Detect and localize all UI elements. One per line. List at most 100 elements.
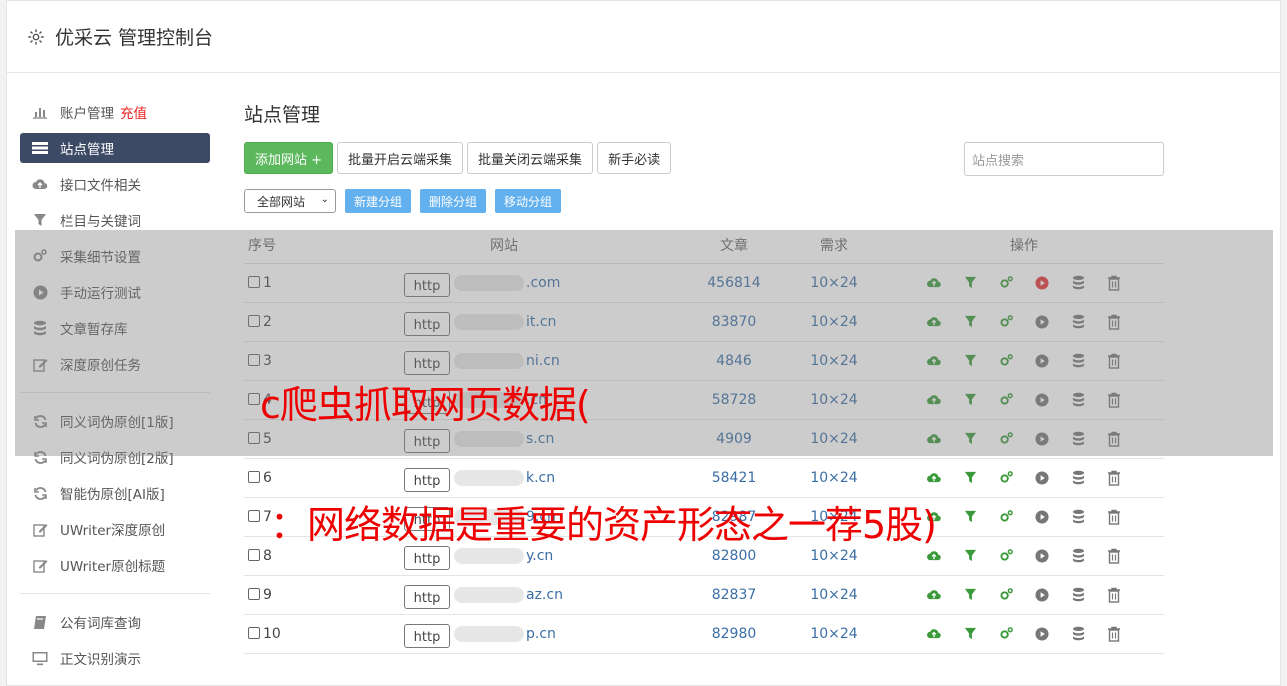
filter-icon[interactable]: [961, 547, 979, 565]
trash-icon[interactable]: [1105, 508, 1123, 526]
demand-value[interactable]: 10×24: [784, 380, 884, 420]
guide-button[interactable]: 新手必读: [597, 142, 672, 174]
sidebar-item[interactable]: UWriter深度原创: [20, 511, 210, 547]
sidebar-item[interactable]: 公有词库查询: [20, 604, 210, 640]
row-checkbox[interactable]: [248, 548, 260, 561]
gears-icon[interactable]: [997, 430, 1015, 448]
database-icon[interactable]: [1069, 469, 1087, 487]
sidebar-item[interactable]: 同义词伪原创[2版]: [20, 439, 210, 475]
gears-icon[interactable]: [997, 469, 1015, 487]
demand-value[interactable]: 10×24: [784, 263, 884, 303]
sidebar-item[interactable]: 采集细节设置: [20, 238, 210, 274]
trash-icon[interactable]: [1105, 352, 1123, 370]
batch-open-button[interactable]: 批量开启云端采集: [337, 142, 464, 174]
gears-icon[interactable]: [997, 391, 1015, 409]
sidebar-item[interactable]: 接口文件相关: [20, 166, 210, 202]
play-icon[interactable]: [1033, 625, 1051, 643]
database-icon[interactable]: [1069, 586, 1087, 604]
article-count[interactable]: 4909: [684, 419, 784, 459]
row-checkbox[interactable]: [248, 626, 260, 639]
row-checkbox[interactable]: [248, 275, 260, 288]
site-link[interactable]: k.cn: [526, 470, 555, 486]
demand-value[interactable]: 10×24: [784, 341, 884, 381]
trash-icon[interactable]: [1105, 586, 1123, 604]
play-icon[interactable]: [1033, 469, 1051, 487]
article-count[interactable]: 83870: [684, 302, 784, 342]
site-link[interactable]: it.cn: [526, 314, 556, 330]
filter-icon[interactable]: [961, 625, 979, 643]
play-icon[interactable]: [1033, 391, 1051, 409]
article-count[interactable]: 58728: [684, 380, 784, 420]
sidebar-item[interactable]: 文章暂存库: [20, 310, 210, 346]
site-link[interactable]: s.cn: [526, 431, 554, 447]
delete-group-button[interactable]: 删除分组: [420, 189, 487, 213]
database-icon[interactable]: [1069, 547, 1087, 565]
sidebar-item[interactable]: 手动运行测试: [20, 274, 210, 310]
new-group-button[interactable]: 新建分组: [345, 189, 412, 213]
filter-icon[interactable]: [961, 313, 979, 331]
trash-icon[interactable]: [1105, 274, 1123, 292]
sidebar-item[interactable]: 正文识别演示: [20, 640, 210, 676]
cloud-upload-icon[interactable]: [925, 430, 943, 448]
sidebar-item[interactable]: 同义词伪原创[1版]: [20, 403, 210, 439]
trash-icon[interactable]: [1105, 469, 1123, 487]
article-count[interactable]: 456814: [684, 263, 784, 303]
recharge-link[interactable]: 充值: [120, 102, 147, 122]
site-link[interactable]: az.cn: [526, 587, 563, 603]
filter-icon[interactable]: [961, 352, 979, 370]
gears-icon[interactable]: [997, 274, 1015, 292]
trash-icon[interactable]: [1105, 313, 1123, 331]
play-icon[interactable]: [1033, 508, 1051, 526]
cloud-upload-icon[interactable]: [925, 469, 943, 487]
row-checkbox[interactable]: [248, 509, 260, 522]
gears-icon[interactable]: [997, 586, 1015, 604]
filter-icon[interactable]: [961, 274, 979, 292]
filter-icon[interactable]: [961, 586, 979, 604]
row-checkbox[interactable]: [248, 353, 260, 366]
article-count[interactable]: 58421: [684, 458, 784, 498]
demand-value[interactable]: 10×24: [784, 575, 884, 615]
sidebar-item[interactable]: 栏目与关键词: [20, 202, 210, 238]
row-checkbox[interactable]: [248, 470, 260, 483]
cloud-upload-icon[interactable]: [925, 352, 943, 370]
article-count[interactable]: 4846: [684, 341, 784, 381]
sidebar-item[interactable]: 站点管理: [20, 133, 210, 163]
play-icon[interactable]: [1033, 352, 1051, 370]
database-icon[interactable]: [1069, 508, 1087, 526]
gears-icon[interactable]: [997, 313, 1015, 331]
database-icon[interactable]: [1069, 391, 1087, 409]
sidebar-item[interactable]: 账户管理 充值: [20, 94, 210, 130]
filter-icon[interactable]: [961, 508, 979, 526]
gears-icon[interactable]: [997, 547, 1015, 565]
cloud-upload-icon[interactable]: [925, 274, 943, 292]
play-icon[interactable]: [1033, 313, 1051, 331]
filter-icon[interactable]: [961, 430, 979, 448]
database-icon[interactable]: [1069, 625, 1087, 643]
demand-value[interactable]: 10×24: [784, 302, 884, 342]
site-link[interactable]: p.cn: [526, 626, 556, 642]
demand-value[interactable]: 10×24: [784, 419, 884, 459]
row-checkbox[interactable]: [248, 587, 260, 600]
row-checkbox[interactable]: [248, 431, 260, 444]
database-icon[interactable]: [1069, 430, 1087, 448]
cloud-upload-icon[interactable]: [925, 313, 943, 331]
database-icon[interactable]: [1069, 313, 1087, 331]
sidebar-item[interactable]: UWriter原创标题: [20, 547, 210, 583]
gears-icon[interactable]: [997, 352, 1015, 370]
database-icon[interactable]: [1069, 274, 1087, 292]
cloud-upload-icon[interactable]: [925, 625, 943, 643]
filter-icon[interactable]: [961, 391, 979, 409]
filter-icon[interactable]: [961, 469, 979, 487]
play-icon[interactable]: [1033, 547, 1051, 565]
trash-icon[interactable]: [1105, 625, 1123, 643]
cloud-upload-icon[interactable]: [925, 547, 943, 565]
site-link[interactable]: .com: [526, 275, 560, 291]
gears-icon[interactable]: [997, 508, 1015, 526]
batch-close-button[interactable]: 批量关闭云端采集: [467, 142, 594, 174]
row-checkbox[interactable]: [248, 392, 260, 405]
move-group-button[interactable]: 移动分组: [495, 189, 562, 213]
play-icon[interactable]: [1033, 430, 1051, 448]
site-link[interactable]: y.cn: [526, 548, 553, 564]
trash-icon[interactable]: [1105, 430, 1123, 448]
cloud-upload-icon[interactable]: [925, 391, 943, 409]
